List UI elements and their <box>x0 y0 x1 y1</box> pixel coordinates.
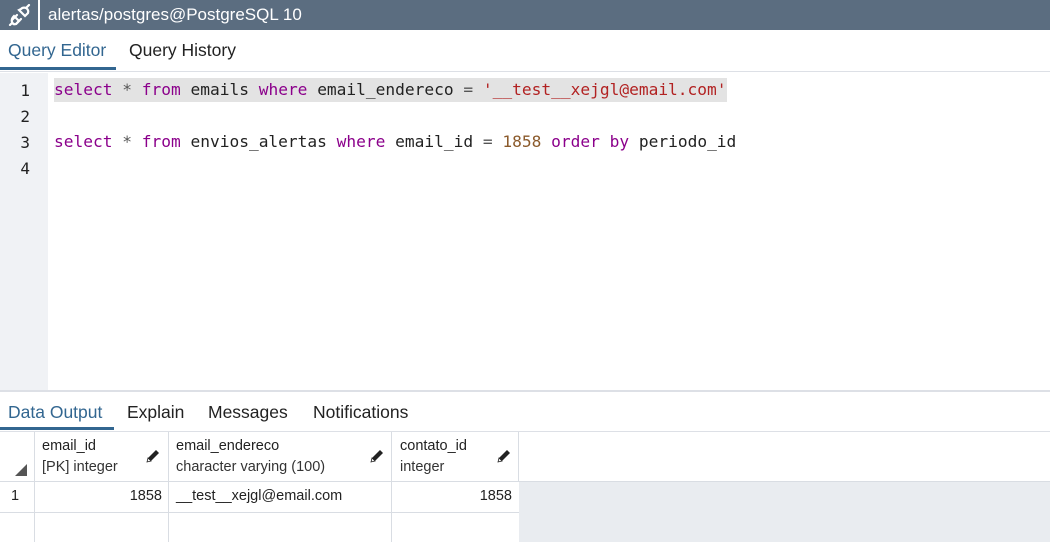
grid-line <box>34 432 35 542</box>
keyword: where <box>336 132 386 151</box>
keyword: from <box>141 132 181 151</box>
table-cell[interactable]: __test__xejgl@email.com <box>176 488 342 504</box>
tab-query-history[interactable]: Query History <box>129 40 236 61</box>
line-number: 1 <box>20 81 30 100</box>
keyword: order <box>551 132 600 151</box>
active-tab-indicator <box>0 427 114 430</box>
column-name: periodo_id <box>638 132 737 151</box>
title-divider <box>38 0 40 30</box>
line-number: 2 <box>20 107 30 126</box>
column-header-type: [PK] integer <box>42 459 118 475</box>
string-literal: '__test__xejgl@email.com' <box>482 80 727 99</box>
keyword: select <box>54 80 113 99</box>
column-name: email_id <box>395 132 474 151</box>
star: * <box>122 132 132 151</box>
grid-line <box>391 432 392 542</box>
select-all-corner-icon[interactable] <box>15 464 27 476</box>
column-header-name[interactable]: contato_id <box>400 438 467 454</box>
code-line-3[interactable]: select * from envios_alertas where email… <box>54 130 736 154</box>
column-header-name[interactable]: email_endereco <box>176 438 279 454</box>
pencil-icon <box>370 450 383 463</box>
line-number-gutter: 1 2 3 4 <box>0 73 48 390</box>
pencil-icon <box>497 450 510 463</box>
grid-line <box>0 481 1050 482</box>
column-header-name[interactable]: email_id <box>42 438 96 454</box>
keyword: by <box>609 132 630 151</box>
grid-line <box>168 432 169 542</box>
output-tabs: Data Output Explain Messages Notificatio… <box>0 392 1050 432</box>
operator: = <box>482 132 493 151</box>
number-literal: 1858 <box>502 132 542 151</box>
tab-notifications[interactable]: Notifications <box>313 402 408 423</box>
row-number[interactable]: 1 <box>11 488 19 504</box>
active-tab-indicator <box>0 67 116 70</box>
grid-empty-area <box>519 481 1050 542</box>
table-name: envios_alertas <box>190 132 327 151</box>
tab-messages[interactable]: Messages <box>208 402 288 423</box>
sql-editor[interactable]: 1 2 3 4 select * from emails where email… <box>0 73 1050 390</box>
title-bar: alertas/postgres@PostgreSQL 10 <box>0 0 1050 30</box>
column-header-type: integer <box>400 459 445 475</box>
tab-data-output[interactable]: Data Output <box>8 402 102 423</box>
keyword: select <box>54 132 113 151</box>
tab-query-editor[interactable]: Query Editor <box>8 40 106 61</box>
tab-explain[interactable]: Explain <box>127 402 184 423</box>
star: * <box>122 80 132 99</box>
table-cell[interactable]: 1858 <box>34 488 162 504</box>
editor-tabs: Query Editor Query History <box>0 30 1050 72</box>
keyword: where <box>258 80 308 99</box>
grid-line <box>518 432 519 481</box>
pencil-icon <box>146 450 159 463</box>
keyword: from <box>141 80 181 99</box>
line-number: 4 <box>20 159 30 178</box>
code-line-1[interactable]: select * from emails where email_enderec… <box>54 78 727 102</box>
table-name: emails <box>190 80 249 99</box>
grid-line <box>0 512 519 513</box>
window-title: alertas/postgres@PostgreSQL 10 <box>48 5 302 24</box>
line-number: 3 <box>20 133 30 152</box>
operator: = <box>463 80 474 99</box>
table-cell[interactable]: 1858 <box>391 488 512 504</box>
column-name: email_endereco <box>317 80 454 99</box>
data-output-grid: email_id [PK] integer email_endereco cha… <box>0 432 1050 542</box>
column-header-type: character varying (100) <box>176 459 326 475</box>
connection-status-icon[interactable] <box>8 4 32 26</box>
